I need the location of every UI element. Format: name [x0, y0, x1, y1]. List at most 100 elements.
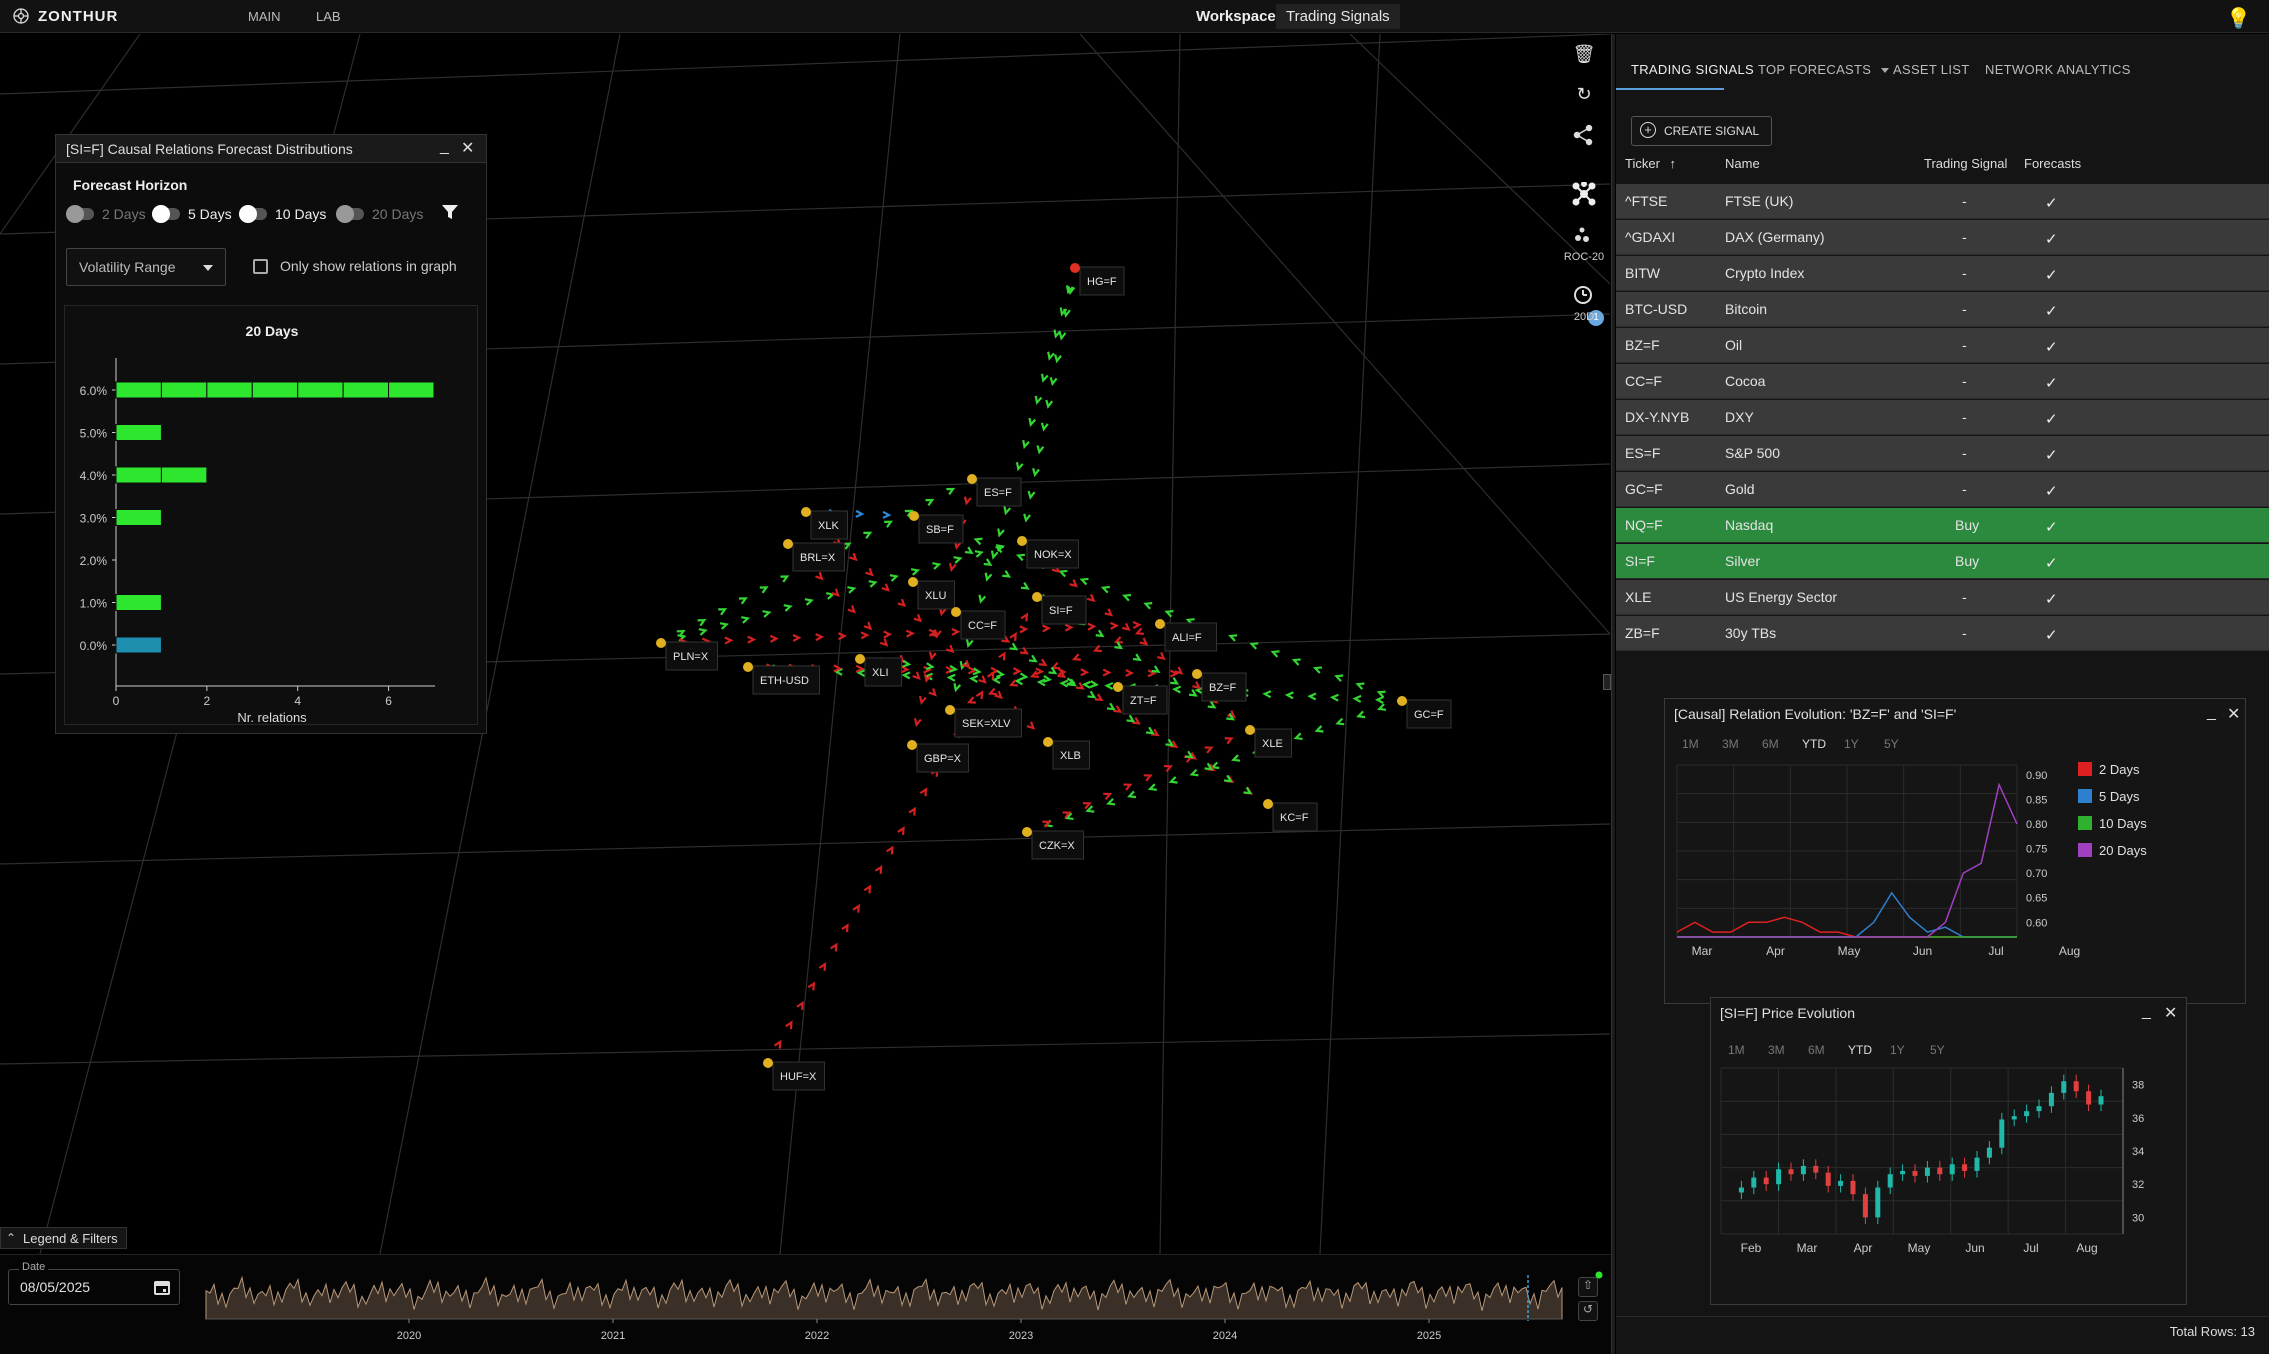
- calendar-icon[interactable]: [153, 1278, 171, 1296]
- node-dot[interactable]: [1397, 696, 1407, 706]
- node-dot[interactable]: [1155, 619, 1165, 629]
- node-dot[interactable]: [1263, 799, 1273, 809]
- graph-node[interactable]: ALI=F: [1155, 619, 1217, 652]
- graph-node[interactable]: KC=F: [1263, 799, 1318, 832]
- edge-arrow: [990, 550, 999, 560]
- timeline-reset-icon[interactable]: ↺: [1578, 1301, 1598, 1321]
- graph-node[interactable]: SEK=XLV: [945, 705, 1022, 738]
- graph-node[interactable]: ZT=F: [1113, 682, 1168, 715]
- volatility-range-select[interactable]: Volatility Range: [66, 248, 226, 286]
- edge-arrow: [1019, 625, 1029, 634]
- node-dot[interactable]: [1043, 737, 1053, 747]
- right-panel: TRADING SIGNALS TOP FORECASTS ASSET LIST…: [1616, 34, 2269, 1354]
- table-row[interactable]: DX-Y.NYB DXY - ✓: [1616, 400, 2269, 435]
- node-dot[interactable]: [1022, 827, 1032, 837]
- node-dot[interactable]: [801, 507, 811, 517]
- close-icon[interactable]: ✕: [461, 138, 474, 158]
- table-row[interactable]: NQ=F Nasdaq Buy ✓: [1616, 508, 2269, 543]
- node-dot[interactable]: [783, 539, 793, 549]
- graph-node[interactable]: XLK: [801, 507, 848, 540]
- graph-node[interactable]: PLN=X: [656, 638, 718, 671]
- table-row[interactable]: BZ=F Oil - ✓: [1616, 328, 2269, 363]
- tab-network-analytics[interactable]: NETWORK ANALYTICS: [1985, 62, 2131, 77]
- table-row[interactable]: CC=F Cocoa - ✓: [1616, 364, 2269, 399]
- only-show-relations-checkbox[interactable]: [253, 259, 268, 274]
- graph-node[interactable]: SI=F: [1032, 592, 1087, 625]
- splitter-handle[interactable]: [1603, 674, 1611, 690]
- candle: [1962, 1164, 1968, 1171]
- toggle-knob: [66, 205, 84, 223]
- column-header-trading-signal[interactable]: Trading Signal: [1924, 156, 2007, 171]
- grid-line: [1349, 34, 1610, 285]
- timeline-svg[interactable]: 2020 2021 2022 2023 2024 2025: [0, 1255, 1612, 1354]
- distribution-panel[interactable]: [SI=F] Causal Relations Forecast Distrib…: [55, 134, 487, 734]
- price-evolution-panel[interactable]: [SI=F] Price Evolution _ ✕ 1M 3M 6M YTD 1Y 5Y…: [1710, 997, 2187, 1305]
- timeline-export-icon[interactable]: ⇧: [1578, 1277, 1598, 1297]
- table-row[interactable]: ZB=F 30y TBs - ✓: [1616, 616, 2269, 651]
- nav-lab[interactable]: LAB: [316, 9, 341, 24]
- graph-node[interactable]: GBP=X: [907, 740, 969, 773]
- date-field[interactable]: Date 08/05/2025: [8, 1261, 180, 1305]
- graph-node[interactable]: CC=F: [951, 607, 1006, 640]
- table-row[interactable]: ^GDAXI DAX (Germany) - ✓: [1616, 220, 2269, 255]
- nav-main[interactable]: MAIN: [248, 9, 281, 24]
- column-header-name[interactable]: Name: [1725, 156, 1760, 171]
- graph-node[interactable]: ETH-USD: [743, 662, 820, 695]
- node-dot[interactable]: [909, 511, 919, 521]
- trash-icon[interactable]: 🗑: [1572, 44, 1596, 65]
- column-header-forecasts[interactable]: Forecasts: [2024, 156, 2081, 171]
- table-row[interactable]: BITW Crypto Index - ✓: [1616, 256, 2269, 291]
- node-dot[interactable]: [951, 607, 961, 617]
- sort-arrow-up-icon: ↑: [1669, 156, 1677, 171]
- node-dot[interactable]: [945, 705, 955, 715]
- table-row[interactable]: GC=F Gold - ✓: [1616, 472, 2269, 507]
- create-signal-button[interactable]: + CREATE SIGNAL: [1631, 116, 1773, 146]
- timeline-bar[interactable]: 2020 2021 2022 2023 2024 2025 Date 08/05/2025…: [0, 1254, 1612, 1354]
- tab-top-forecasts[interactable]: TOP FORECASTS: [1758, 62, 1890, 77]
- graph-node[interactable]: HUF=X: [763, 1058, 825, 1091]
- column-header-ticker[interactable]: Ticker ↑: [1625, 156, 1676, 171]
- node-dot[interactable]: [967, 474, 977, 484]
- node-dot[interactable]: [1017, 536, 1027, 546]
- node-dot[interactable]: [1070, 263, 1080, 273]
- distribution-panel-header[interactable]: [SI=F] Causal Relations Forecast Distrib…: [56, 135, 486, 163]
- graph-node[interactable]: XLB: [1043, 737, 1090, 770]
- graph-node[interactable]: BZ=F: [1192, 669, 1247, 702]
- ticker-cell: NQ=F: [1625, 517, 1663, 533]
- node-dot[interactable]: [1113, 682, 1123, 692]
- graph-node[interactable]: SB=F: [909, 511, 964, 544]
- node-dot[interactable]: [1032, 592, 1042, 602]
- graph-node[interactable]: CZK=X: [1022, 827, 1084, 860]
- node-dot[interactable]: [743, 662, 753, 672]
- node-dot[interactable]: [908, 577, 918, 587]
- graph-node[interactable]: NOK=X: [1017, 536, 1079, 569]
- table-row[interactable]: SI=F Silver Buy ✓: [1616, 544, 2269, 579]
- filter-icon[interactable]: [441, 203, 459, 221]
- node-dot[interactable]: [656, 638, 666, 648]
- edge-arrow: [1376, 703, 1387, 711]
- node-dot[interactable]: [1245, 725, 1255, 735]
- tab-asset-list[interactable]: ASSET LIST: [1893, 62, 1969, 77]
- graph-node[interactable]: HG=F: [1070, 263, 1125, 296]
- workspace-selector[interactable]: Trading Signals: [1276, 4, 1400, 29]
- graph-node[interactable]: XLE: [1245, 725, 1292, 758]
- tab-trading-signals[interactable]: TRADING SIGNALS: [1631, 62, 1754, 77]
- table-row[interactable]: XLE US Energy Sector - ✓: [1616, 580, 2269, 615]
- graph-node[interactable]: BRL=X: [783, 539, 845, 572]
- legend-filters-button[interactable]: ⌃ Legend & Filters: [0, 1227, 127, 1249]
- table-row[interactable]: BTC-USD Bitcoin - ✓: [1616, 292, 2269, 327]
- table-row[interactable]: ES=F S&P 500 - ✓: [1616, 436, 2269, 471]
- node-dot[interactable]: [907, 740, 917, 750]
- pane-splitter[interactable]: [1611, 34, 1615, 1354]
- node-dot[interactable]: [763, 1058, 773, 1068]
- graph-node[interactable]: XLU: [908, 577, 955, 610]
- refresh-icon[interactable]: ↻: [1572, 84, 1596, 105]
- graph-node[interactable]: ES=F: [967, 474, 1022, 507]
- minimize-icon[interactable]: _: [440, 138, 449, 156]
- relation-evolution-panel[interactable]: [Causal] Relation Evolution: 'BZ=F' and …: [1664, 698, 2246, 1004]
- graph-node[interactable]: GC=F: [1397, 696, 1452, 729]
- node-dot[interactable]: [1192, 669, 1202, 679]
- node-dot[interactable]: [855, 654, 865, 664]
- table-row[interactable]: ^FTSE FTSE (UK) - ✓: [1616, 184, 2269, 219]
- lightbulb-icon[interactable]: 💡: [2226, 6, 2251, 31]
